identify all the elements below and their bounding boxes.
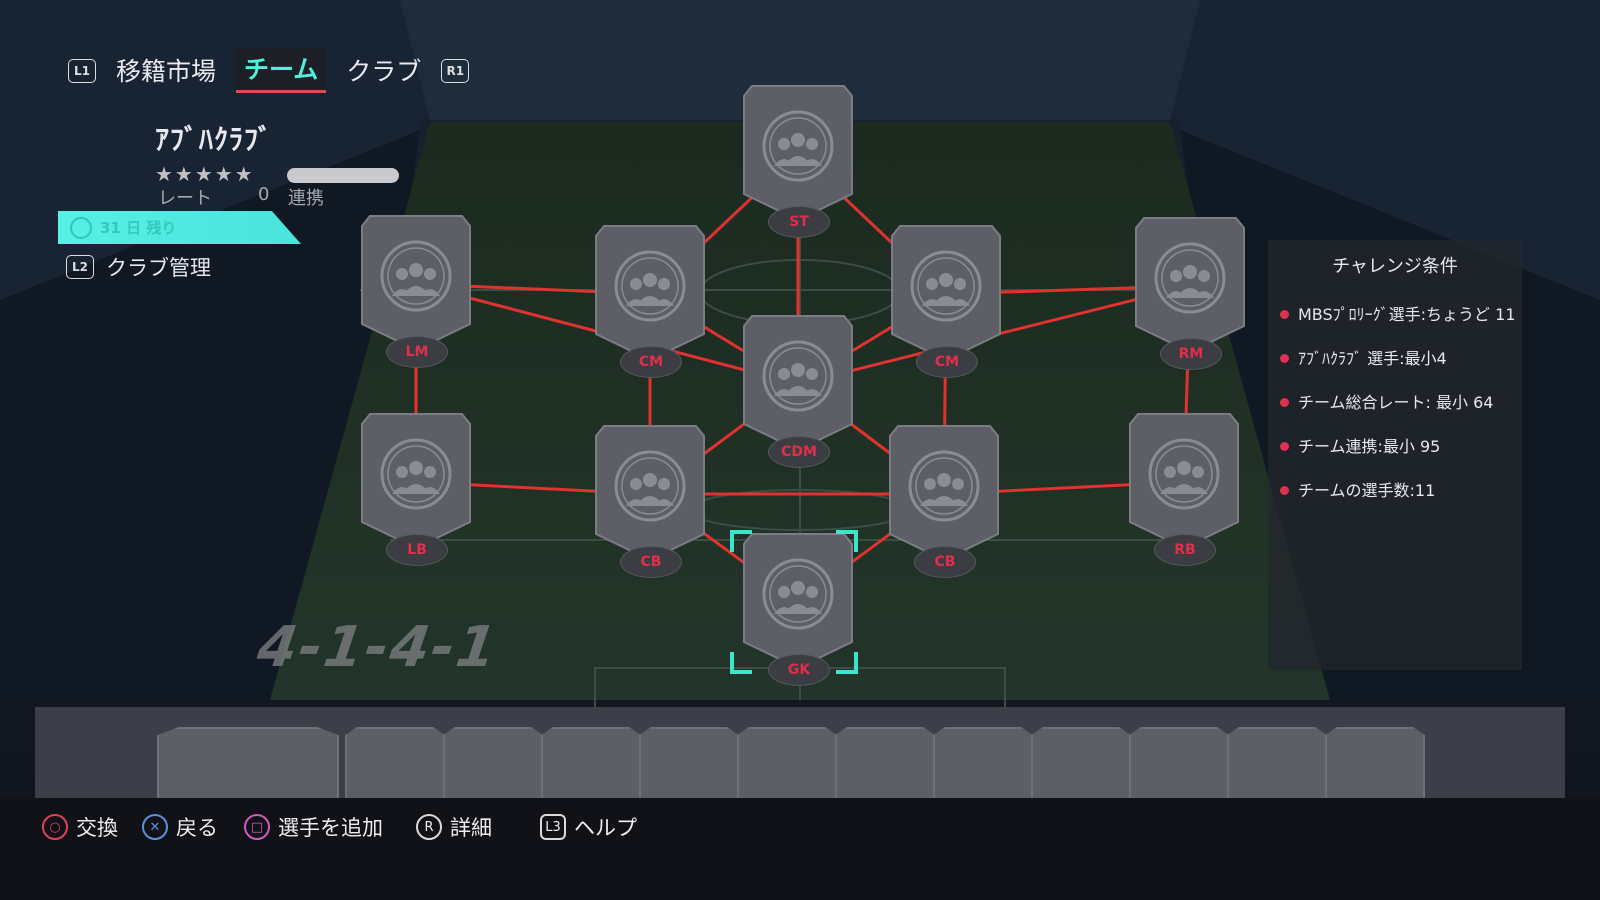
swap-label: 交換	[76, 816, 118, 840]
challenge-item: チームの選手数:11	[1280, 478, 1516, 503]
empty-player-card	[1135, 217, 1245, 354]
chemistry-bar	[287, 168, 399, 183]
help-hint[interactable]: L3 ヘルプ	[540, 812, 637, 842]
position-badge: RB	[1154, 534, 1216, 566]
square-button-icon: □	[244, 814, 270, 840]
add-player-hint[interactable]: □ 選手を追加	[244, 812, 383, 842]
add-player-label: 選手を追加	[278, 816, 383, 840]
l1-button-icon[interactable]: L1	[68, 58, 96, 83]
bench-slot[interactable]	[1031, 727, 1131, 809]
bench-slot[interactable]	[443, 727, 543, 809]
tab-transfer-market[interactable]: 移籍市場	[108, 50, 224, 92]
time-remaining-banner: 31 日 残り	[58, 211, 301, 244]
cross-button-icon: ✕	[142, 814, 168, 840]
empty-player-card	[361, 413, 471, 550]
bench-slot[interactable]	[737, 727, 837, 809]
challenge-requirements-panel: チャレンジ条件 MBSﾌﾟﾛﾘｰｸﾞ選手:ちょうど 11 ｱﾌﾞﾊｸﾗﾌﾞ 選手…	[1268, 240, 1522, 670]
chemistry-label: 連携	[288, 188, 324, 209]
position-badge: CB	[620, 546, 682, 578]
help-label: ヘルプ	[574, 816, 637, 840]
rating-value: 0	[258, 184, 270, 205]
tab-club[interactable]: クラブ	[338, 50, 429, 92]
circle-button-icon: ○	[42, 814, 68, 840]
right-stick-icon: R	[416, 814, 442, 840]
empty-player-card	[1129, 413, 1239, 550]
position-badge: CDM	[768, 436, 830, 468]
bench-slot[interactable]	[933, 727, 1033, 809]
selection-corner	[836, 652, 858, 674]
player-slot-cb-left[interactable]: CB	[594, 424, 706, 584]
club-name: ｱﾌﾞﾊｸﾗﾌﾞ	[155, 123, 274, 156]
bench-slot-manager[interactable]	[157, 727, 339, 809]
player-slot-cm-right[interactable]: CM	[890, 224, 1002, 384]
empty-player-card	[891, 225, 1001, 362]
player-slot-cdm[interactable]: CDM	[742, 314, 854, 474]
detail-label: 詳細	[450, 816, 492, 840]
bench-slot[interactable]	[835, 727, 935, 809]
bench-slot[interactable]	[541, 727, 641, 809]
l2-button-icon: L2	[66, 255, 94, 279]
back-label: 戻る	[176, 816, 218, 840]
bench-slot[interactable]	[1129, 727, 1229, 809]
bench-slot[interactable]	[1325, 727, 1425, 809]
club-management-label: クラブ管理	[106, 256, 211, 280]
bench-slot[interactable]	[639, 727, 739, 809]
back-hint[interactable]: ✕ 戻る	[142, 812, 218, 842]
position-badge: RM	[1160, 338, 1222, 370]
player-slot-cb-right[interactable]: CB	[888, 424, 1000, 584]
position-badge: LB	[386, 534, 448, 566]
position-badge: GK	[768, 654, 830, 686]
position-badge: ST	[768, 206, 830, 238]
challenge-item: チーム総合レート: 最小 64	[1280, 390, 1516, 415]
challenge-item: ｱﾌﾞﾊｸﾗﾌﾞ 選手:最小4	[1280, 346, 1516, 371]
challenge-list: MBSﾌﾟﾛﾘｰｸﾞ選手:ちょうど 11 ｱﾌﾞﾊｸﾗﾌﾞ 選手:最小4 チーム…	[1280, 302, 1516, 522]
stopwatch-icon	[70, 216, 92, 239]
player-slot-lm[interactable]: LM	[360, 214, 472, 374]
player-slot-st[interactable]: ST	[742, 84, 854, 244]
selection-corner	[730, 530, 752, 552]
left-stick-icon: L3	[540, 814, 566, 840]
challenge-title: チャレンジ条件	[1332, 256, 1458, 277]
bench-slot[interactable]	[345, 727, 445, 809]
swap-hint[interactable]: ○ 交換	[42, 812, 118, 842]
position-badge: CM	[620, 346, 682, 378]
formation-label: 4-1-4-1	[253, 615, 503, 680]
r1-button-icon[interactable]: R1	[441, 58, 470, 83]
challenge-item: MBSﾌﾟﾛﾘｰｸﾞ選手:ちょうど 11	[1280, 302, 1516, 327]
empty-player-card	[361, 215, 471, 352]
rating-label: レート	[158, 188, 212, 209]
position-badge: CM	[916, 346, 978, 378]
empty-player-card	[595, 225, 705, 362]
empty-player-card	[889, 425, 999, 562]
position-badge: CB	[914, 546, 976, 578]
time-remaining-text: 31 日 残り	[100, 219, 177, 237]
detail-hint[interactable]: R 詳細	[416, 812, 492, 842]
club-stars: ★★★★★	[155, 162, 255, 186]
empty-player-card	[743, 533, 853, 670]
player-slot-rm[interactable]: RM	[1134, 216, 1246, 376]
button-hints-bar: ○ 交換 ✕ 戻る □ 選手を追加 R 詳細 L3 ヘルプ	[0, 798, 1600, 900]
empty-player-card	[595, 425, 705, 562]
club-management-button[interactable]: L2 クラブ管理	[66, 252, 211, 282]
squad-builder-screen: L1 移籍市場 チーム クラブ R1 ｱﾌﾞﾊｸﾗﾌﾞ ★★★★★ レート 0 …	[0, 0, 1600, 900]
empty-player-card	[743, 315, 853, 452]
player-slot-cm-left[interactable]: CM	[594, 224, 706, 384]
bench-slot[interactable]	[1227, 727, 1327, 809]
player-slot-lb[interactable]: LB	[360, 412, 472, 572]
challenge-item: チーム連携:最小 95	[1280, 434, 1516, 459]
top-nav: L1 移籍市場 チーム クラブ R1	[68, 48, 470, 93]
player-slot-rb[interactable]: RB	[1128, 412, 1240, 572]
selection-corner	[836, 530, 858, 552]
position-badge: LM	[386, 336, 448, 368]
tab-team[interactable]: チーム	[236, 48, 327, 93]
bench-strip	[35, 707, 1565, 809]
empty-player-card	[743, 85, 853, 222]
selection-corner	[730, 652, 752, 674]
